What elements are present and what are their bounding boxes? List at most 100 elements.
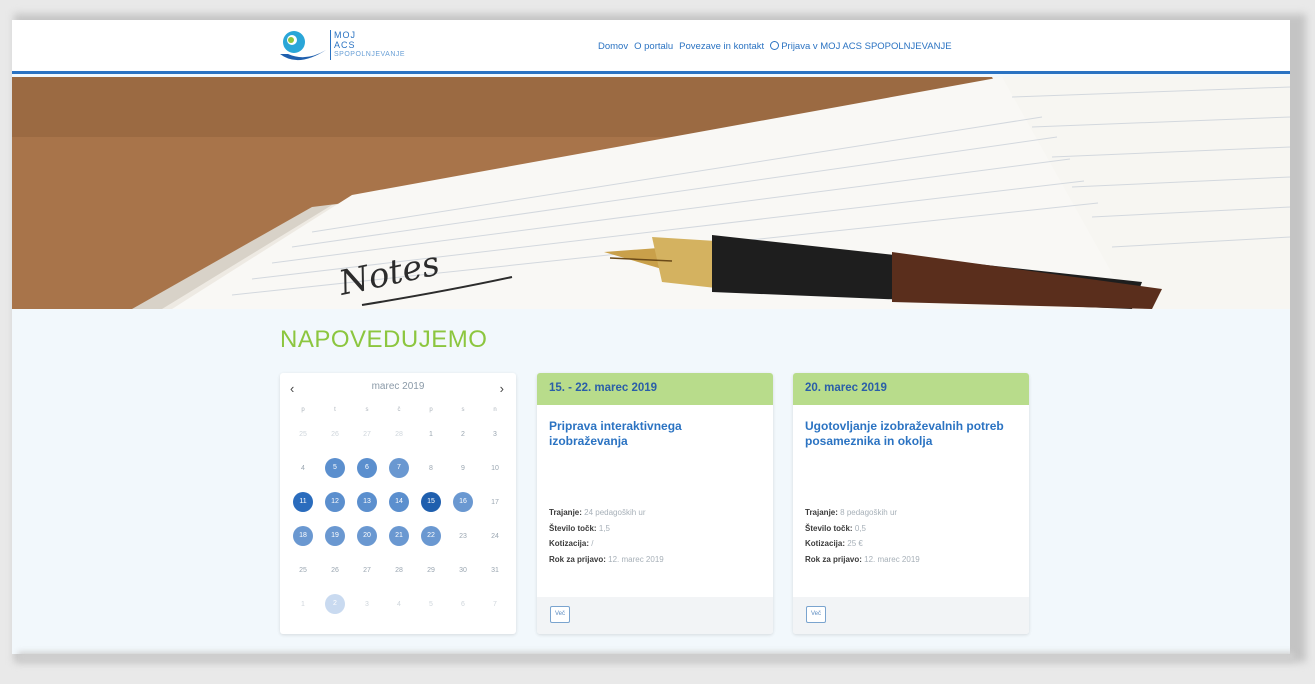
calendar-day: 8 <box>429 464 433 472</box>
event-day-marker[interactable]: 21 <box>389 526 409 546</box>
event-day-marker[interactable]: 18 <box>293 526 313 546</box>
event-day-marker[interactable]: 11 <box>293 492 313 512</box>
weekday-label: s <box>461 407 465 413</box>
calendar-day: 28 <box>395 566 403 574</box>
calendar-event-day[interactable]: 12 <box>319 492 351 512</box>
event-day-marker[interactable]: 15 <box>421 492 441 512</box>
duration-label: Trajanje: <box>549 508 582 517</box>
event-title[interactable]: Priprava interaktivnega izobraževanja <box>549 419 761 449</box>
event-day-marker[interactable]: 14 <box>389 492 409 512</box>
calendar-week: 4 5 6 7 8 9 10 <box>287 451 511 485</box>
weekday-label: s <box>365 407 369 413</box>
deadline-value: 12. marec 2019 <box>864 554 920 564</box>
event-day-marker[interactable]: 7 <box>389 458 409 478</box>
calendar-event-day[interactable]: 14 <box>383 492 415 512</box>
logo-line-moj: MOJ <box>334 30 356 40</box>
calendar-day: 26 <box>331 430 339 438</box>
calendar-event-day[interactable]: 7 <box>383 458 415 478</box>
event-day-marker[interactable]: 22 <box>421 526 441 546</box>
calendar-day: 25 <box>299 430 307 438</box>
page: MOJ ACS SPOPOLNJEVANJE Domov O portalu P… <box>12 20 1290 654</box>
calendar-day: 3 <box>493 430 497 438</box>
calendar-event-day[interactable]: 13 <box>351 492 383 512</box>
more-button[interactable]: Več <box>550 606 570 623</box>
calendar-event-day[interactable]: 18 <box>287 526 319 546</box>
event-day-marker[interactable]: 5 <box>325 458 345 478</box>
calendar-day: 26 <box>331 566 339 574</box>
calendar-day: 28 <box>395 430 403 438</box>
chevron-left-icon[interactable]: ‹ <box>290 381 294 396</box>
duration-value: 8 pedagoških ur <box>840 508 898 517</box>
fee-label: Kotizacija: <box>549 539 590 548</box>
fee-value: / <box>591 539 594 548</box>
event-title[interactable]: Ugotovljanje izobraževalnih potreb posam… <box>805 419 1017 449</box>
calendar-event-day[interactable]: 19 <box>319 526 351 546</box>
nav-o-portalu[interactable]: O portalu <box>634 41 673 52</box>
calendar-event-day[interactable]: 5 <box>319 458 351 478</box>
calendar-event-day[interactable]: 20 <box>351 526 383 546</box>
logo[interactable]: MOJ ACS SPOPOLNJEVANJE <box>278 28 438 68</box>
event-day-marker[interactable]: 19 <box>325 526 345 546</box>
points-value: 0,5 <box>854 523 866 533</box>
calendar-event-day[interactable]: 21 <box>383 526 415 546</box>
event-day-marker[interactable]: 16 <box>453 492 473 512</box>
calendar-day: 23 <box>459 532 467 540</box>
chevron-right-icon[interactable]: › <box>500 381 504 396</box>
calendar-event-day[interactable]: 11 <box>287 492 319 512</box>
login-label: Prijava v MOJ ACS SPOPOLNJEVANJE <box>781 41 952 52</box>
event-calendar: ‹ marec 2019 › p t s č p s n 25 26 27 28 1 2 3 4 5 6 7 8 9 1… <box>280 373 516 634</box>
fee-label: Kotizacija: <box>805 539 846 548</box>
event-day-marker[interactable]: 6 <box>357 458 377 478</box>
section-title: NAPOVEDUJEMO <box>280 326 488 353</box>
event-day-marker[interactable]: 20 <box>357 526 377 546</box>
duration-value: 24 pedagoških ur <box>584 508 646 517</box>
calendar-day: 2 <box>461 430 465 438</box>
event-day-marker[interactable]: 13 <box>357 492 377 512</box>
calendar-day: 24 <box>491 532 499 540</box>
calendar-week: 25 26 27 28 29 30 31 <box>287 553 511 587</box>
more-button[interactable]: Več <box>806 606 826 623</box>
nav-domov[interactable]: Domov <box>598 41 628 52</box>
weekday-row: ptsčpsn <box>287 403 511 417</box>
user-icon <box>770 41 780 50</box>
calendar-day: 6 <box>461 600 465 608</box>
weekday-label: p <box>301 407 305 413</box>
weekday-label: p <box>429 407 433 413</box>
calendar-event-day[interactable]: 16 <box>447 492 479 512</box>
logo-line-acs: ACS <box>334 40 356 50</box>
calendar-event-day[interactable]: 2 <box>319 594 351 614</box>
points-label: Število točk: <box>805 523 853 533</box>
calendar-event-day[interactable]: 6 <box>351 458 383 478</box>
event-day-marker[interactable]: 12 <box>325 492 345 512</box>
calendar-day: 1 <box>301 600 305 608</box>
nav-login-link[interactable]: Prijava v MOJ ACS SPOPOLNJEVANJE <box>770 41 952 52</box>
calendar-day: 27 <box>363 430 371 438</box>
calendar-day: 25 <box>299 566 307 574</box>
event-day-marker[interactable]: 2 <box>325 594 345 614</box>
calendar-day: 9 <box>461 464 465 472</box>
calendar-week: 25 26 27 28 1 2 3 <box>287 417 511 451</box>
points-label: Število točk: <box>549 523 597 533</box>
main-nav: Domov O portalu Povezave in kontakt Prij… <box>598 41 952 52</box>
deadline-label: Rok za prijavo: <box>805 554 862 564</box>
card-footer: Več <box>793 597 1029 634</box>
calendar-day: 17 <box>491 498 499 506</box>
nav-povezave-in-kontakt[interactable]: Povezave in kontakt <box>679 41 764 52</box>
logo-icon <box>280 31 326 61</box>
calendar-day: 4 <box>301 464 305 472</box>
weekday-label: n <box>493 407 497 413</box>
calendar-week: 18 19 20 21 22 23 24 <box>287 519 511 553</box>
calendar-event-day[interactable]: 22 <box>415 526 447 546</box>
calendar-day: 27 <box>363 566 371 574</box>
logo-line-spopolnjevanje: SPOPOLNJEVANJE <box>334 51 406 58</box>
logo-text: MOJ ACS SPOPOLNJEVANJE <box>330 30 405 60</box>
event-meta: Trajanje: 24 pedagoških ur Število točk:… <box>549 505 664 567</box>
site-header: MOJ ACS SPOPOLNJEVANJE Domov O portalu P… <box>12 20 1290 74</box>
calendar-grid: p t s č p s n 25 26 27 28 1 2 3 4 5 6 7 8 9 10 11 12 13 14 15 16 17… <box>287 403 511 621</box>
fee-value: 25 € <box>847 539 863 548</box>
event-date: 15. - 22. marec 2019 <box>537 373 773 405</box>
event-meta: Trajanje: 8 pedagoških ur Število točk: … <box>805 505 920 567</box>
calendar-day: 3 <box>365 600 369 608</box>
calendar-event-day[interactable]: 15 <box>415 492 447 512</box>
calendar-week: 1 2 3 4 5 6 7 <box>287 587 511 621</box>
